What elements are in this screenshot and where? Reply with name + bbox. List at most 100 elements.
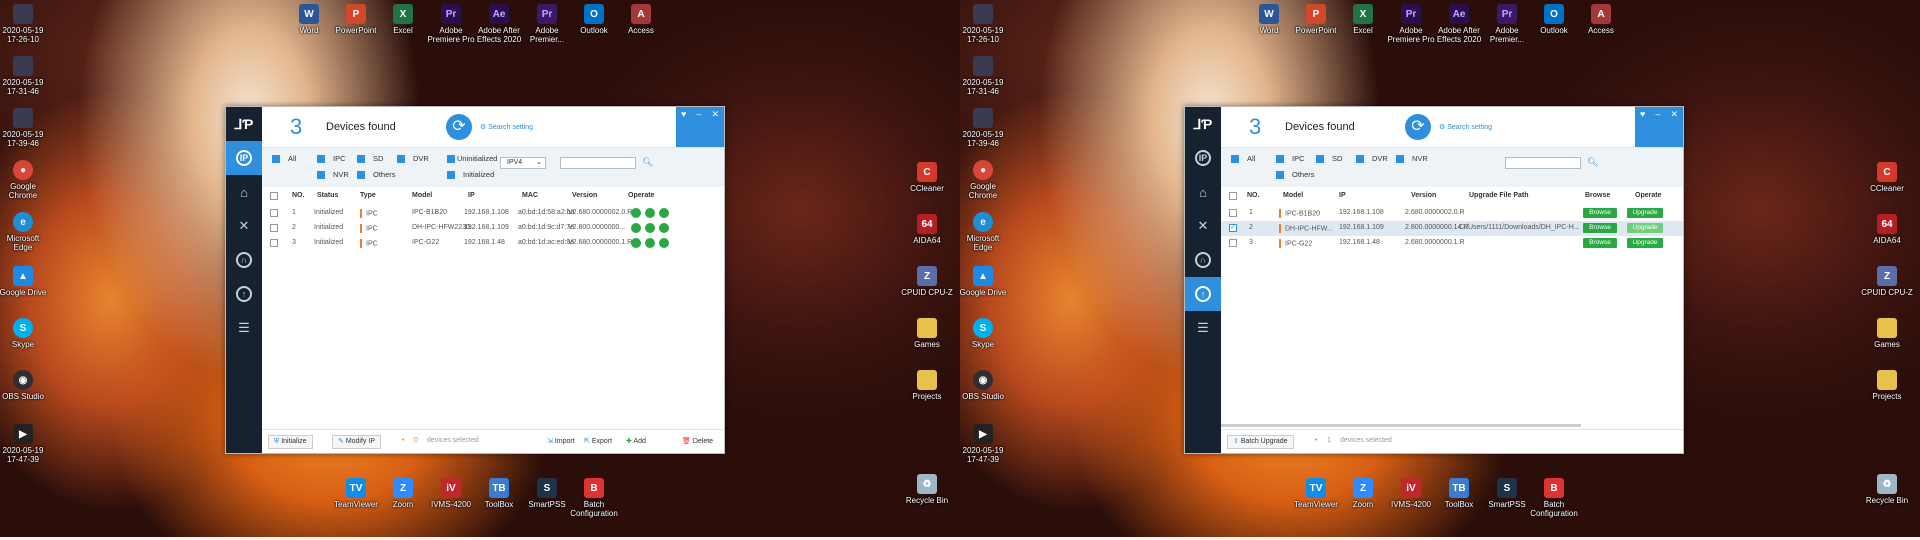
minimize-button[interactable]: – [1655,109,1660,147]
desktop-icon[interactable]: 64 AIDA64 [896,214,958,245]
row-checkbox[interactable] [270,239,278,247]
desktop-icon[interactable]: e Microsoft Edge [0,212,54,252]
desktop-icon[interactable]: 2020-05-19 17-39-46 [0,108,54,148]
desktop-icon[interactable]: B Batch Configuration [563,478,625,518]
pin-icon[interactable]: ♥ [681,109,686,147]
checkbox[interactable] [1276,170,1284,179]
desktop-icon[interactable]: Z CPUID CPU-Z [1856,266,1918,297]
table-row[interactable]: 1 IPC-B1B20 192.168.1.108 2.680.0000002.… [1221,206,1683,221]
filter-uninitialized[interactable]: Uninitialized [447,154,497,163]
modify-ip-button[interactable]: ✎ Modify IP [332,435,381,449]
row-checkbox[interactable] [1229,209,1237,217]
desktop-icon[interactable]: ◉ OBS Studio [960,370,1014,401]
checkbox[interactable] [447,154,455,163]
nav-password-reset[interactable]: ∩ [226,243,262,277]
nav-log[interactable]: ☰ [1185,311,1221,345]
close-button[interactable]: ✕ [1670,109,1678,147]
initialize-button[interactable]: ⛨ Initialize [268,435,313,449]
filter-all[interactable]: All [1231,154,1255,163]
nav-upgrade[interactable]: ↑ [226,277,262,311]
table-row[interactable]: 3 Initialized IPC IPC-G22 192.168.1.48 a… [262,236,724,251]
detail-icon[interactable] [659,208,669,218]
search-input[interactable] [560,157,636,169]
delete-button[interactable]: 🗑︎ Delete [682,437,713,445]
import-button[interactable]: ⇲ Import [547,437,575,445]
filter-sd[interactable]: SD [357,154,383,163]
filter-dvr[interactable]: DVR [1356,154,1388,163]
nav-ip[interactable]: IP [1185,141,1221,175]
nav-password-reset[interactable]: ∩ [1185,243,1221,277]
browse-button[interactable]: Browse [1583,238,1617,248]
select-all-checkbox[interactable] [270,192,278,200]
search-input[interactable] [1505,157,1581,169]
row-checkbox[interactable] [1229,239,1237,247]
filter-all[interactable]: All [272,154,296,163]
desktop-icon[interactable]: ▶ 2020-05-19 17-47-39 [960,424,1014,464]
nav-tools[interactable]: ✕ [226,209,262,243]
search-setting-link[interactable]: ⚙ Search setting [1439,123,1492,131]
web-icon[interactable] [645,223,655,233]
desktop-icon[interactable]: ● Google Chrome [960,160,1014,200]
desktop-icon[interactable]: S Skype [960,318,1014,349]
desktop-icon[interactable]: 2020-05-19 17-31-46 [0,56,54,96]
batch-upgrade-button[interactable]: ⇪ Batch Upgrade [1227,435,1294,449]
desktop-icon[interactable]: A Access [610,4,672,35]
checkbox[interactable] [357,170,365,179]
row-checkbox[interactable] [270,209,278,217]
search-icon[interactable]: 🔍︎ [642,157,653,168]
export-button[interactable]: ⇱ Export [584,437,612,445]
checkbox[interactable] [1231,154,1239,163]
minimize-button[interactable]: – [696,109,701,147]
desktop-icon[interactable]: e Microsoft Edge [960,212,1014,252]
table-row[interactable]: 2 Initialized IPC DH-IPC-HFW2230... 192.… [262,221,724,236]
search-setting-link[interactable]: ⚙ Search setting [480,123,533,131]
desktop-icon[interactable]: 64 AIDA64 [1856,214,1918,245]
checkbox[interactable] [1276,154,1284,163]
detail-icon[interactable] [659,238,669,248]
desktop-icon[interactable]: ♻ Recycle Bin [1856,474,1918,505]
desktop-icon[interactable]: ▲ Google Drive [0,266,54,297]
horizontal-scrollbar[interactable] [1221,424,1581,427]
refresh-button[interactable]: ⟳ [446,114,472,140]
table-row[interactable]: 3 IPC-G22 192.168.1.48 2.680.0000000.1.R… [1221,236,1683,251]
desktop-icon[interactable]: C CCleaner [896,162,958,193]
table-row[interactable]: 1 Initialized IPC IPC-B1B20 192.168.1.10… [262,206,724,221]
row-checkbox-checked[interactable]: ✓ [1229,224,1237,232]
nav-tools[interactable]: ✕ [1185,209,1221,243]
checkbox[interactable] [317,170,325,179]
refresh-button[interactable]: ⟳ [1405,114,1431,140]
edit-icon[interactable] [631,238,641,248]
browse-button[interactable]: Browse [1583,208,1617,218]
upgrade-button[interactable]: Upgrade [1627,223,1663,233]
filter-nvr[interactable]: NVR [1396,154,1428,163]
add-button[interactable]: ✚ Add [626,437,646,445]
nav-upgrade[interactable]: ↑ [1185,277,1221,311]
checkbox[interactable] [357,154,365,163]
nav-system-setting[interactable]: ⌂ [1185,175,1221,209]
desktop-icon[interactable]: ◉ OBS Studio [0,370,54,401]
search-icon[interactable]: 🔍︎ [1587,157,1598,168]
desktop-icon[interactable]: S Skype [0,318,54,349]
checkbox[interactable] [1396,154,1404,163]
select-all-checkbox[interactable] [1229,192,1237,200]
filter-ipc[interactable]: IPC [1276,154,1305,163]
browse-button[interactable]: Browse [1583,223,1617,233]
desktop-icon[interactable]: Games [1856,318,1918,349]
filter-sd[interactable]: SD [1316,154,1342,163]
checkbox[interactable] [1316,154,1324,163]
upgrade-button[interactable]: Upgrade [1627,208,1663,218]
filter-others[interactable]: Others [357,170,396,179]
desktop-icon[interactable]: ▲ Google Drive [960,266,1014,297]
desktop-icon[interactable]: C CCleaner [1856,162,1918,193]
desktop-icon[interactable]: Z CPUID CPU-Z [896,266,958,297]
web-icon[interactable] [645,208,655,218]
desktop-icon[interactable]: 2020-05-19 17-26-10 [960,4,1014,44]
nav-ip[interactable]: IP [226,141,262,175]
desktop-icon[interactable]: ♻ Recycle Bin [896,474,958,505]
pin-icon[interactable]: ♥ [1640,109,1645,147]
checkbox[interactable] [317,154,325,163]
checkbox[interactable] [397,154,405,163]
protocol-select[interactable]: IPV4 ⌄ [500,157,546,169]
web-icon[interactable] [645,238,655,248]
desktop-icon[interactable]: 2020-05-19 17-31-46 [960,56,1014,96]
